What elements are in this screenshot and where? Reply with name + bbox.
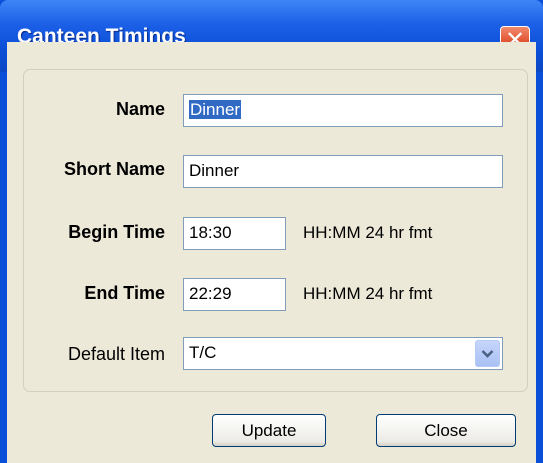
begin-time-field-value: 18:30 [189,223,232,242]
name-field[interactable]: Dinner [183,94,503,127]
name-label: Name [115,99,165,119]
begin-time-format-hint: HH:MM 24 hr fmt [303,223,433,242]
close-button-label: Close [424,420,468,440]
close-button[interactable]: Close [376,414,516,447]
end-time-field-value: 22:29 [189,284,232,303]
update-button[interactable]: Update [212,414,326,447]
end-time-field[interactable]: 22:29 [183,278,286,311]
name-field-value: Dinner [189,100,242,119]
short-name-label: Short Name [63,159,165,179]
end-time-label: End Time [84,283,165,303]
default-item-value: T/C [189,343,217,362]
default-item-label: Default Item [67,344,165,364]
dialog-body: Name Dinner Short Name Dinner Begin Time… [7,42,536,463]
update-button-label: Update [241,420,297,440]
end-time-format-hint: HH:MM 24 hr fmt [303,284,433,303]
dialog-window: Canteen Timings ✕ Name Dinner Short Name… [0,0,543,463]
short-name-field[interactable]: Dinner [183,155,503,188]
default-item-select[interactable]: T/C [183,337,503,370]
chevron-down-icon [481,349,494,358]
begin-time-label: Begin Time [68,222,165,242]
default-item-dropdown-button[interactable] [475,340,500,367]
begin-time-field[interactable]: 18:30 [183,217,286,250]
short-name-field-value: Dinner [189,161,240,180]
